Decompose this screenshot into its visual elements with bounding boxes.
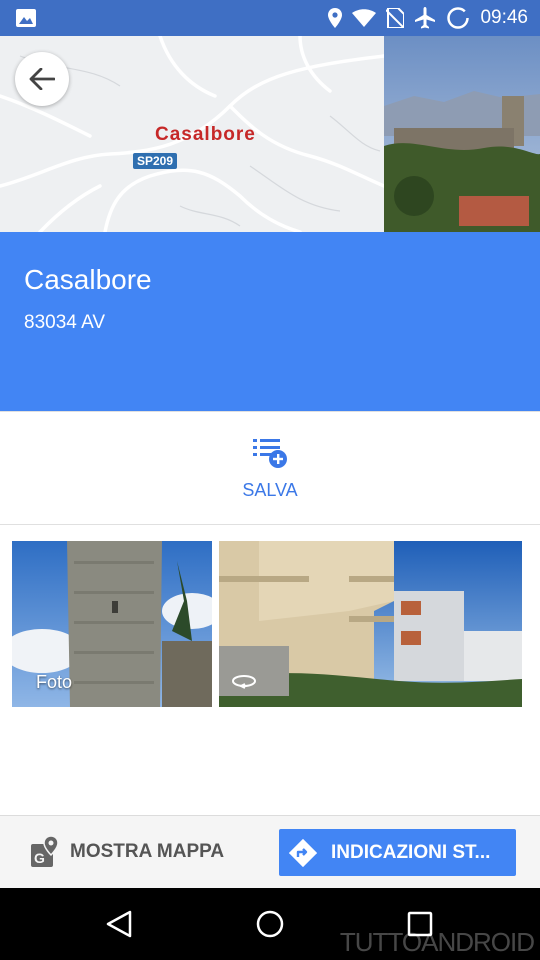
place-info-panel: Casalbore 83034 AV — [0, 232, 540, 412]
nav-home-icon[interactable] — [254, 908, 286, 940]
svg-text:G: G — [34, 850, 45, 866]
directions-label: INDICAZIONI ST... — [331, 841, 491, 863]
playlist-add-icon — [253, 439, 287, 468]
nav-back-icon[interactable] — [104, 908, 136, 940]
map-road-shield: SP209 — [133, 153, 178, 169]
save-button[interactable]: SALVA — [200, 436, 340, 516]
location-pin-icon — [328, 8, 343, 28]
watermark: TUTTOANDROID — [339, 927, 535, 957]
map-pin-icon: G — [31, 836, 59, 867]
no-sim-icon — [386, 8, 405, 28]
show-map-button[interactable]: G MOSTRA MAPPA — [30, 834, 224, 870]
place-address: 83034 AV — [24, 312, 106, 333]
bottom-action-bar: G MOSTRA MAPPA INDICAZIONI ST... — [0, 815, 540, 888]
directions-icon — [289, 838, 317, 867]
save-label: SALVA — [242, 480, 298, 500]
arrow-back-icon — [29, 68, 55, 90]
clock: 09:46 — [480, 7, 528, 28]
status-bar: 09:46 — [0, 0, 540, 36]
airplane-icon — [415, 7, 436, 29]
wifi-icon — [352, 9, 377, 27]
back-button[interactable] — [15, 52, 69, 106]
system-nav-bar: TUTTOANDROID — [0, 888, 540, 960]
street-view-photo — [219, 541, 522, 707]
divider — [0, 524, 540, 525]
photo-tile-tower[interactable]: Foto — [12, 541, 212, 707]
map-place-label: Casalbore — [155, 124, 256, 145]
360-rotate-icon — [232, 675, 256, 689]
image-icon — [16, 9, 36, 27]
landscape-image — [384, 36, 540, 232]
show-map-label: MOSTRA MAPPA — [70, 841, 225, 862]
photo-caption: Foto — [36, 672, 73, 692]
header-media: Casalbore SP209 — [0, 36, 540, 232]
photo-tile-street-view[interactable] — [219, 541, 522, 707]
battery-icon — [447, 7, 470, 29]
divider — [0, 411, 540, 412]
directions-button[interactable]: INDICAZIONI ST... — [279, 829, 516, 876]
header-photo-thumbnail[interactable] — [384, 36, 540, 232]
place-title: Casalbore — [24, 264, 152, 295]
